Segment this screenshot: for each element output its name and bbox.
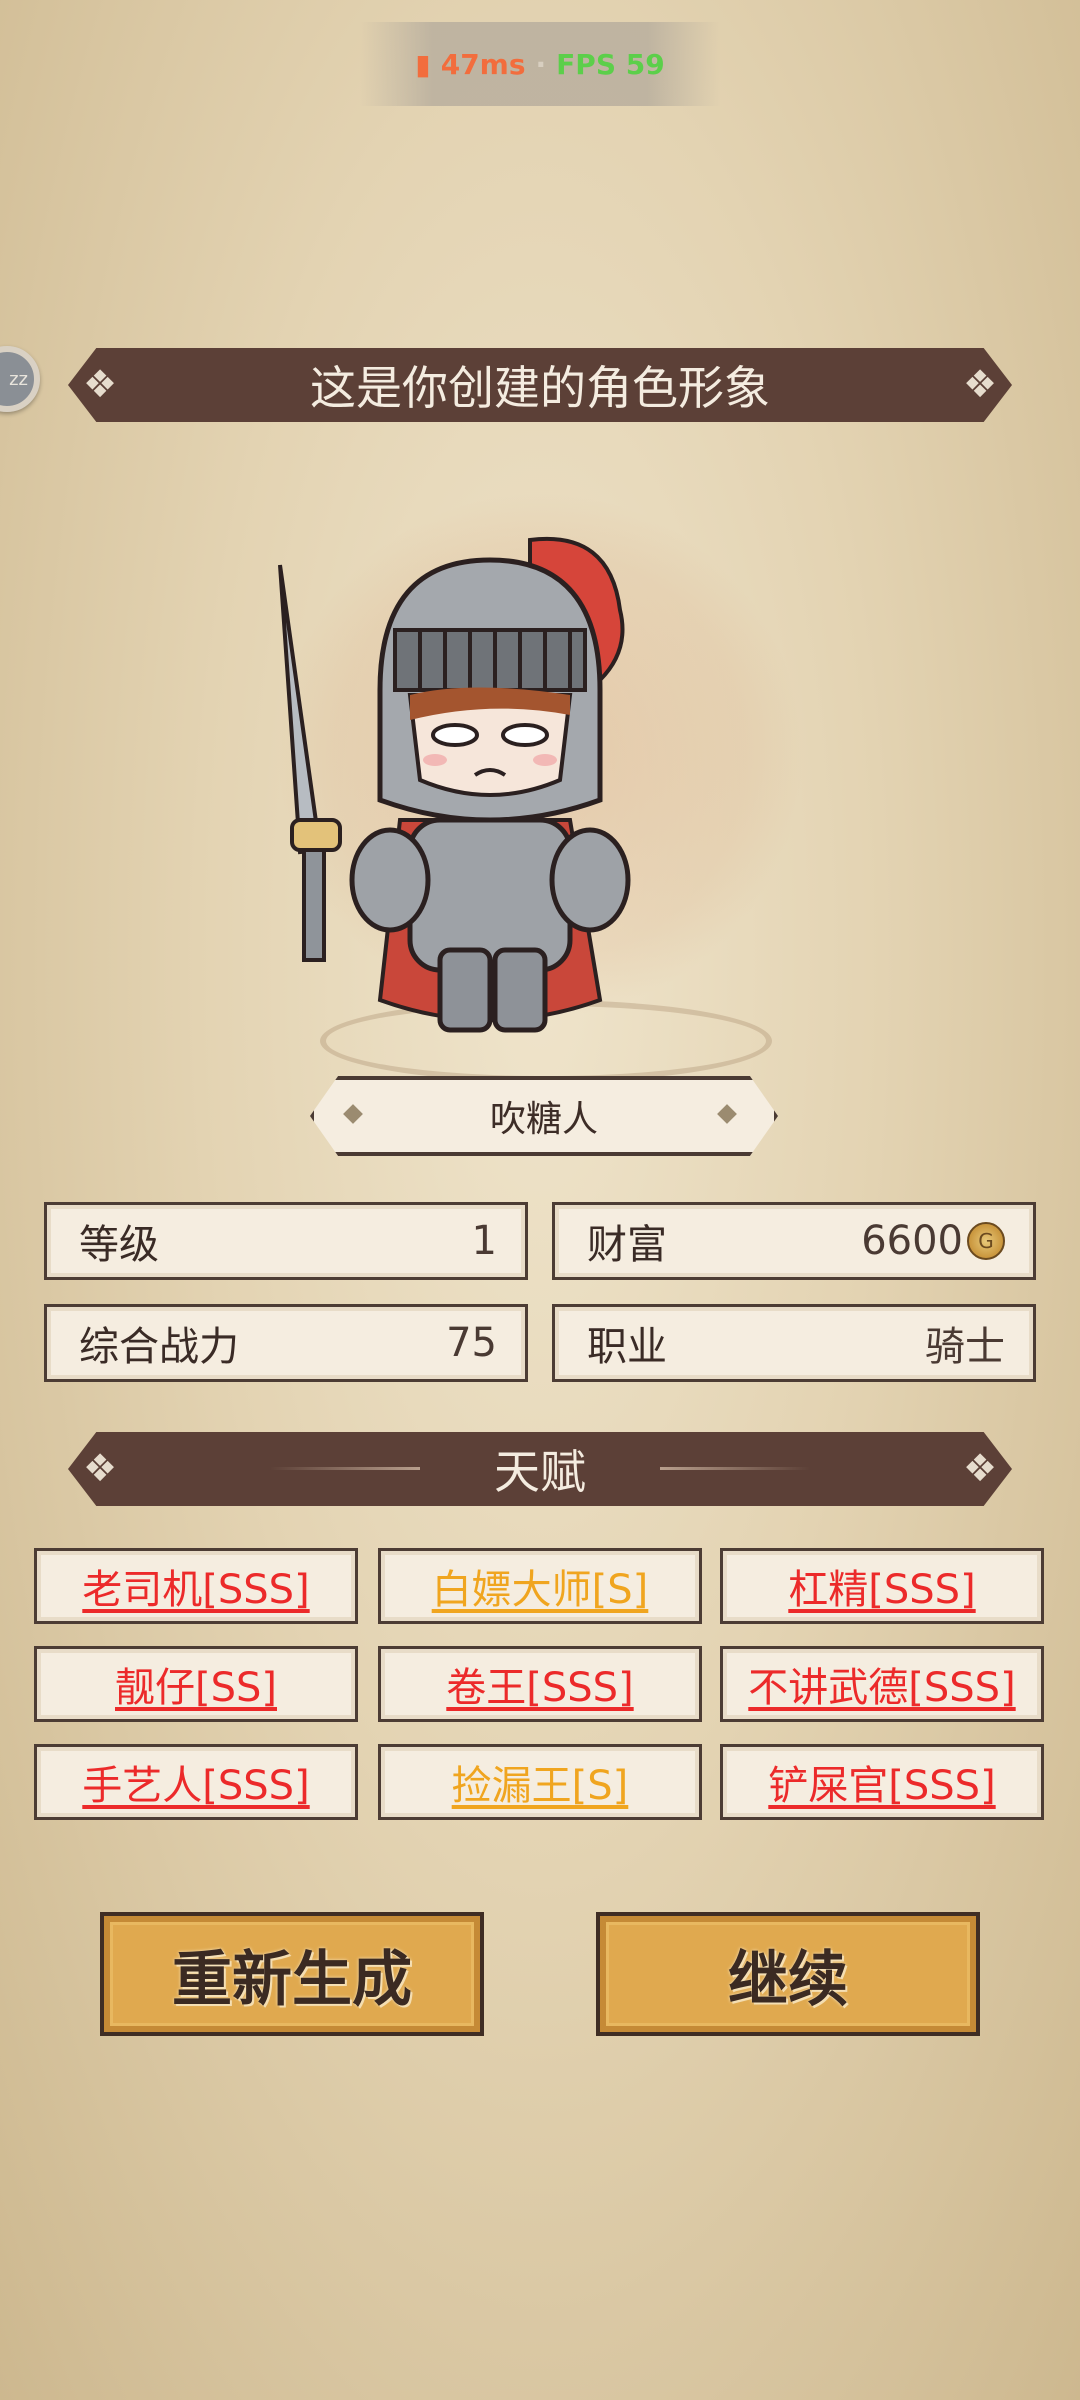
- stat-wealth: 财富 6600 G: [552, 1202, 1036, 1280]
- fps-value: FPS 59: [556, 47, 665, 81]
- left-ornament-icon: ❖: [82, 362, 118, 406]
- talent-item[interactable]: 杠精[SSS]: [720, 1548, 1044, 1624]
- stat-value: 6600: [861, 1218, 963, 1264]
- continue-label: 继续: [728, 1944, 848, 2015]
- talent-item[interactable]: 手艺人[SSS]: [34, 1744, 358, 1820]
- stat-label: 财富: [587, 1222, 667, 1268]
- talent-item[interactable]: 不讲武德[SSS]: [720, 1646, 1044, 1722]
- stat-level: 等级 1: [44, 1202, 528, 1280]
- floating-button-label: zz: [9, 368, 28, 390]
- character-name: 吹糖人: [489, 1099, 598, 1140]
- stat-value: 骑士: [925, 1324, 1005, 1370]
- character-name-plate: 吹糖人: [310, 1076, 778, 1156]
- left-divider: [270, 1467, 420, 1470]
- continue-button[interactable]: 继续: [596, 1912, 980, 2036]
- knight-character-illustration: [278, 536, 631, 1033]
- talent-item[interactable]: 白嫖大师[S]: [378, 1548, 702, 1624]
- coin-icon: G: [967, 1222, 1005, 1260]
- stat-label: 职业: [587, 1324, 667, 1370]
- page-title: 这是你创建的角色形象: [310, 361, 770, 415]
- performance-overlay: ▮ 47ms · FPS 59: [360, 22, 720, 106]
- title-ribbon: 这是你创建的角色形象: [68, 348, 1012, 422]
- stat-value: 75: [446, 1320, 497, 1366]
- stat-label: 等级: [79, 1222, 159, 1268]
- regenerate-label: 重新生成: [172, 1944, 412, 2015]
- talent-item[interactable]: 铲屎官[SSS]: [720, 1744, 1044, 1820]
- separator: ·: [535, 47, 547, 81]
- stat-value: 1: [471, 1218, 497, 1264]
- talent-item[interactable]: 卷王[SSS]: [378, 1646, 702, 1722]
- floating-assistant-button[interactable]: zz: [0, 346, 40, 412]
- talent-item[interactable]: 靓仔[SS]: [34, 1646, 358, 1722]
- stat-combat-power: 综合战力 75: [44, 1304, 528, 1382]
- signal-icon: ▮: [415, 47, 431, 81]
- right-divider: [660, 1467, 810, 1470]
- talent-item[interactable]: 老司机[SSS]: [34, 1548, 358, 1624]
- stat-label: 综合战力: [79, 1324, 239, 1370]
- wealth-value-group: 6600 G: [861, 1218, 1005, 1264]
- right-ornament-icon: ❖: [962, 362, 998, 406]
- regenerate-button[interactable]: 重新生成: [100, 1912, 484, 2036]
- stat-class: 职业 骑士: [552, 1304, 1036, 1382]
- talent-ribbon: 天赋: [68, 1432, 1012, 1506]
- talent-header: 天赋: [494, 1445, 586, 1499]
- ping-value: 47ms: [440, 47, 526, 81]
- left-ornament-icon: ❖: [82, 1446, 118, 1490]
- right-ornament-icon: ❖: [962, 1446, 998, 1490]
- talent-item[interactable]: 捡漏王[S]: [378, 1744, 702, 1820]
